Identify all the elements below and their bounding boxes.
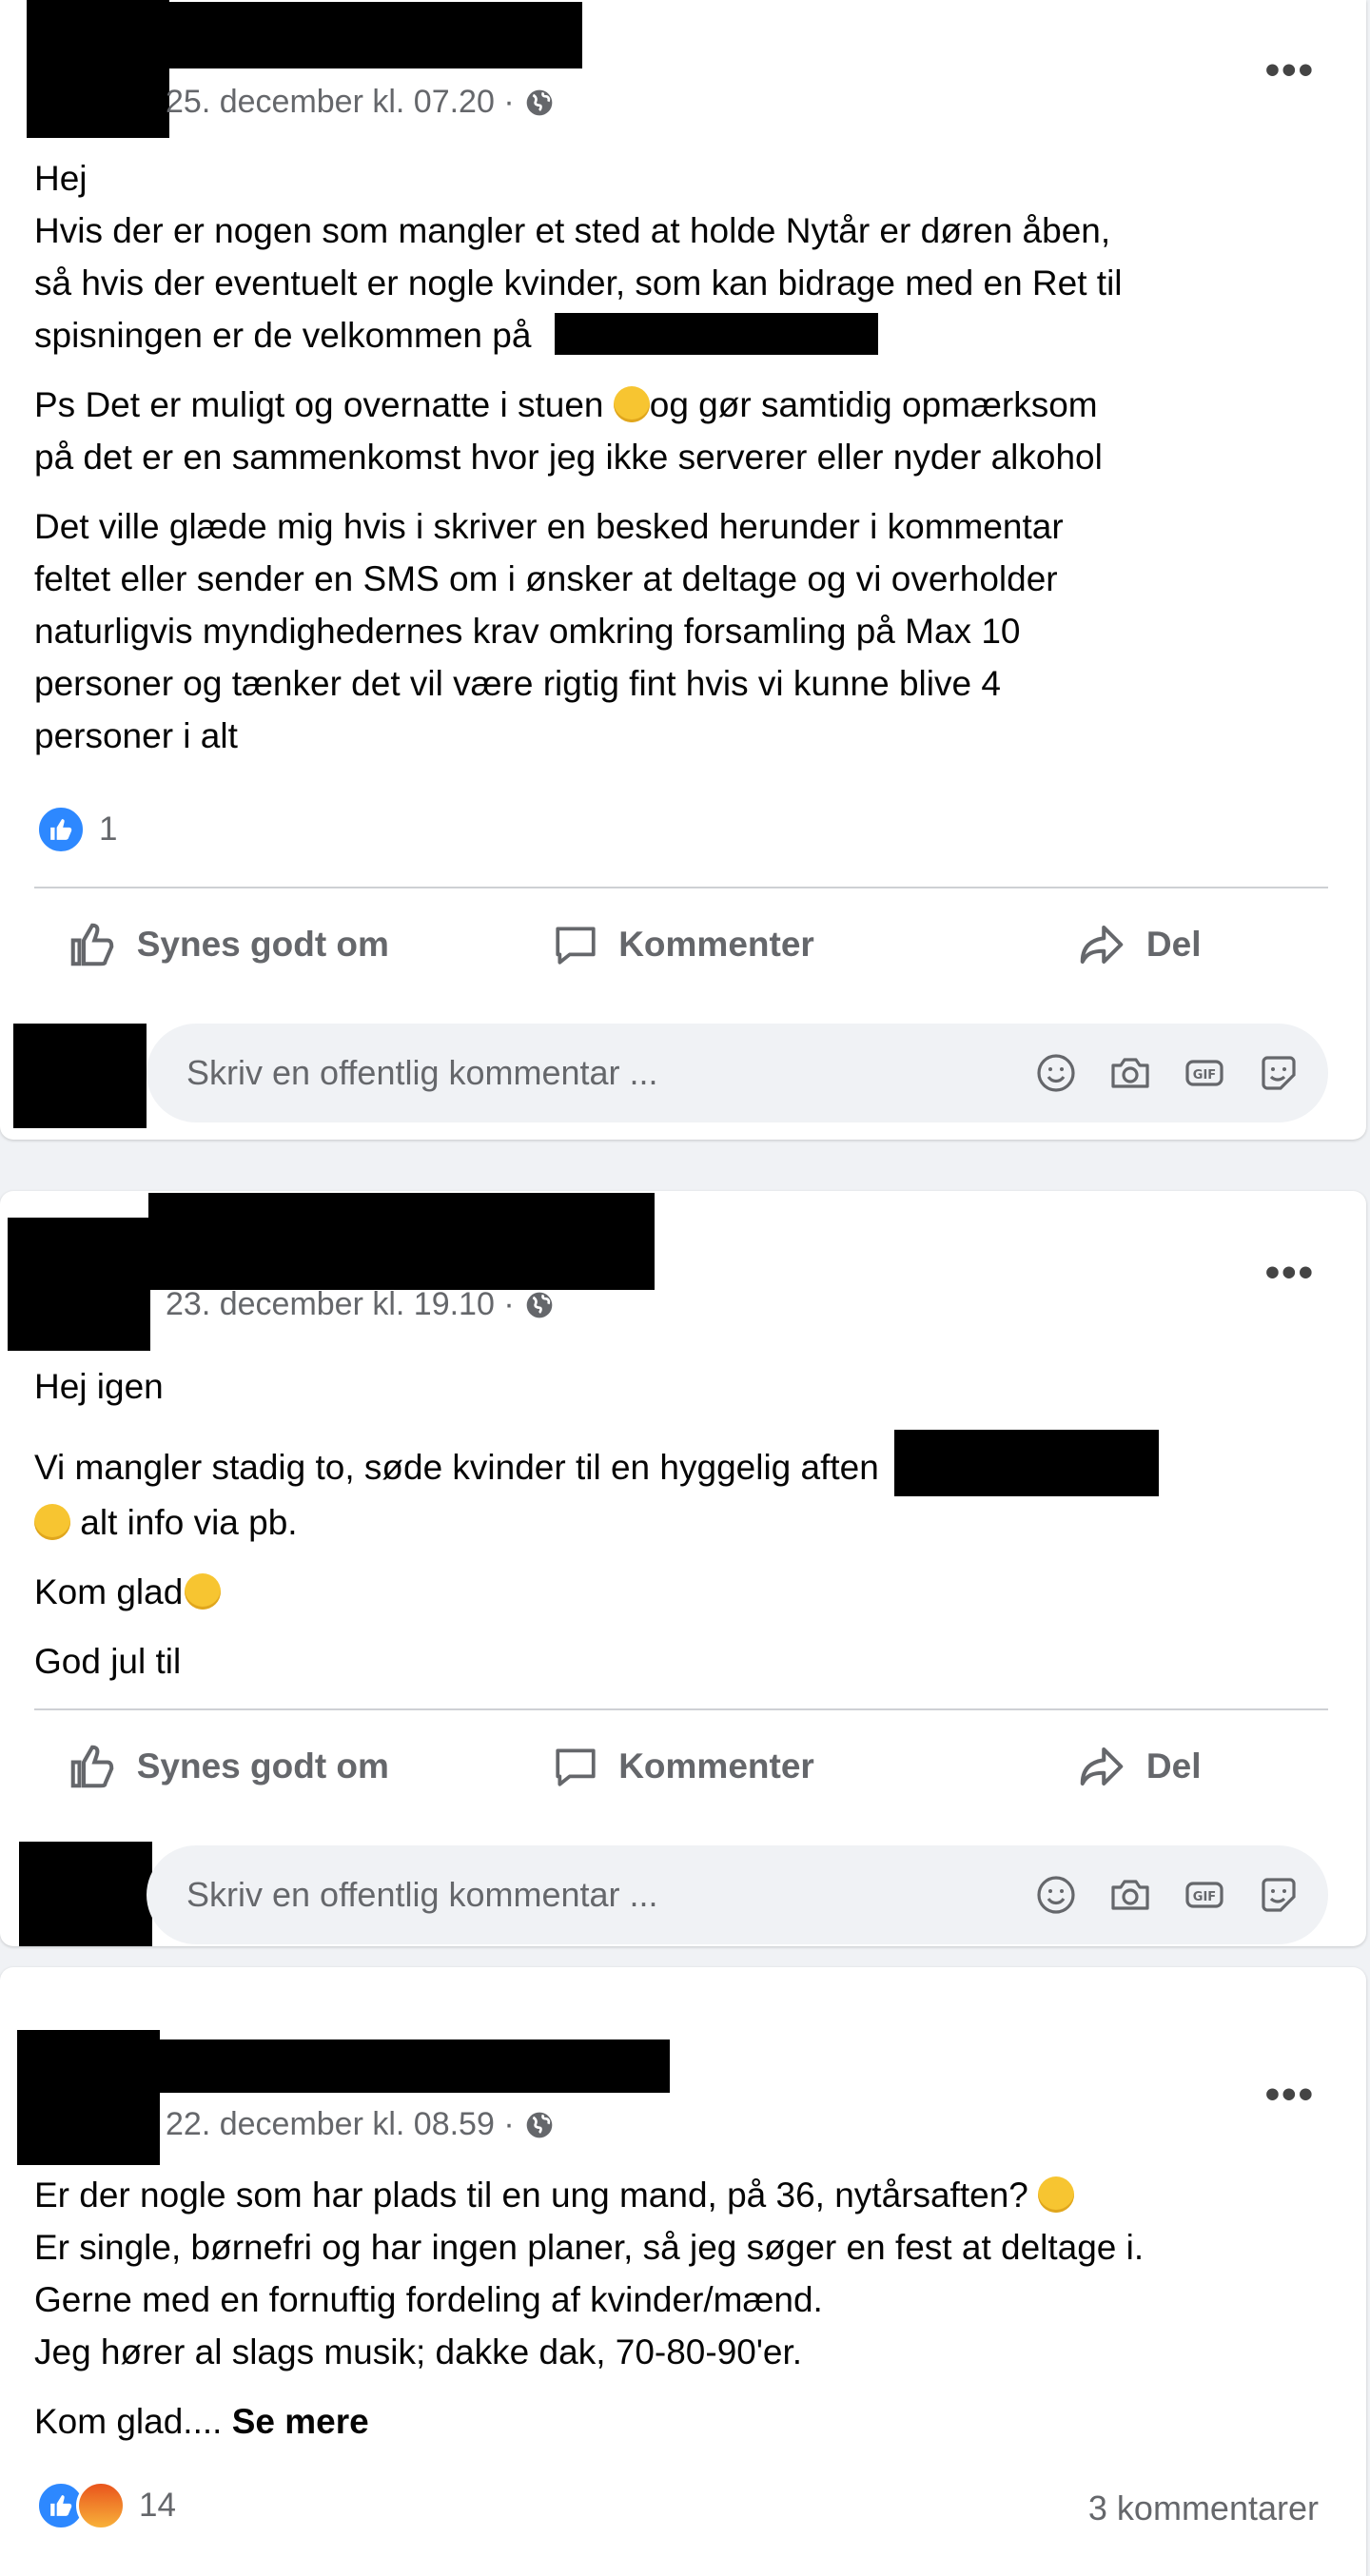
avatar-redacted: [17, 2030, 160, 2165]
post-1: 25. december kl. 07.20 · ••• Hej Hvis de…: [0, 0, 1366, 1140]
share-label: Del: [1145, 925, 1202, 964]
svg-text:GIF: GIF: [1193, 1068, 1216, 1083]
see-more-link[interactable]: Se mere: [232, 2402, 369, 2441]
emoji-icon[interactable]: [1033, 1050, 1079, 1096]
more-options-icon[interactable]: •••: [1265, 49, 1315, 91]
post-timestamp[interactable]: 22. december kl. 08.59 ·: [166, 2106, 555, 2143]
gif-icon[interactable]: GIF: [1182, 1050, 1227, 1096]
post-text-line: Vi mangler stadig to, søde kvinder til e…: [34, 1448, 879, 1487]
emoji-icon[interactable]: [1033, 1872, 1079, 1918]
camera-icon[interactable]: [1107, 1050, 1153, 1096]
globe-icon: [526, 89, 552, 115]
post-body: Hej igen Vi mangler stadig to, søde kvin…: [34, 1360, 1328, 1705]
globe-icon: [526, 1292, 552, 1317]
post-text-line: Gerne med en fornuftig fordeling af kvin…: [34, 2280, 823, 2319]
sticker-icon[interactable]: [1256, 1050, 1302, 1096]
share-arrow-icon: [1080, 925, 1124, 965]
grinning-emoji-icon: [613, 386, 650, 422]
post-text-line: Er der nogle som har plads til en ung ma…: [34, 2176, 1028, 2215]
commenter-avatar-redacted: [13, 1024, 147, 1128]
more-options-icon[interactable]: •••: [1265, 2074, 1315, 2116]
like-reaction-icon: [36, 805, 86, 854]
share-label: Del: [1145, 1747, 1202, 1786]
thumbs-up-icon: [70, 923, 114, 966]
share-arrow-icon: [1080, 1747, 1124, 1786]
sticker-icon[interactable]: [1256, 1872, 1302, 1918]
like-label: Synes godt om: [136, 1747, 389, 1786]
comment-placeholder: Skriv en offentlig kommentar ...: [186, 1875, 658, 1914]
comment-button[interactable]: Kommenter: [456, 1724, 911, 1809]
share-button[interactable]: Del: [910, 1724, 1366, 1809]
location-redacted: [554, 313, 878, 355]
author-name-redacted: [158, 2039, 670, 2093]
gif-icon[interactable]: GIF: [1182, 1872, 1227, 1918]
author-name-redacted: [162, 2, 582, 68]
reactions-summary[interactable]: 1: [36, 805, 117, 854]
comments-count-link[interactable]: 3 kommentarer: [1088, 2488, 1319, 2528]
post-text-line: spisningen er de velkommen på: [34, 316, 532, 355]
post-text-line: Er single, børnefri og har ingen planer,…: [34, 2228, 1145, 2267]
comment-placeholder: Skriv en offentlig kommentar ...: [186, 1053, 658, 1092]
post-actions: Synes godt om Kommenter Del: [0, 1724, 1366, 1809]
post-text-line: God jul til: [34, 1642, 182, 1681]
reaction-count: 1: [99, 810, 118, 848]
partying-emoji-icon: [1038, 2176, 1075, 2213]
globe-icon: [526, 2112, 552, 2137]
post-3: 22. december kl. 08.59 · ••• Er der nogl…: [0, 1967, 1366, 2576]
post-body: Hej Hvis der er nogen som mangler et ste…: [34, 152, 1328, 779]
like-label: Synes godt om: [136, 925, 389, 964]
post-timestamp[interactable]: 25. december kl. 07.20 ·: [166, 84, 555, 121]
avatar-redacted: [8, 1218, 150, 1351]
comment-input[interactable]: Skriv en offentlig kommentar ... GIF: [147, 1845, 1328, 1944]
post-text-line: og gør samtidig opmærksom: [649, 385, 1098, 424]
comment-bubble-icon: [556, 1748, 596, 1786]
post-text-line: Ps Det er muligt og overnatte i stuen: [34, 385, 604, 424]
thumbs-up-icon: [70, 1745, 114, 1788]
post-text-line: Det ville glæde mig hvis i skriver en be…: [34, 507, 1064, 546]
svg-text:GIF: GIF: [1193, 1890, 1216, 1904]
author-name-redacted: [148, 1193, 655, 1290]
post-text-line: så hvis der eventuelt er nogle kvinder, …: [34, 263, 1123, 302]
comment-composer: Skriv en offentlig kommentar ... GIF: [13, 1024, 1328, 1128]
divider: [34, 887, 1328, 888]
comment-label: Kommenter: [618, 925, 814, 964]
commenter-avatar-redacted: [19, 1842, 152, 1946]
location-redacted: [894, 1430, 1160, 1496]
comment-label: Kommenter: [618, 1747, 814, 1786]
post-2: 23. december kl. 19.10 · ••• Hej igen Vi…: [0, 1191, 1366, 1946]
comment-composer: Skriv en offentlig kommentar ... GIF: [13, 1842, 1328, 1946]
post-timestamp[interactable]: 23. december kl. 19.10 ·: [166, 1286, 555, 1323]
post-body: Er der nogle som har plads til en ung ma…: [34, 2169, 1328, 2465]
camera-icon[interactable]: [1107, 1872, 1153, 1918]
comment-input[interactable]: Skriv en offentlig kommentar ... GIF: [147, 1024, 1328, 1122]
post-text-line: personer i alt: [34, 716, 238, 755]
comment-bubble-icon: [556, 927, 596, 965]
relieved-emoji-icon: [185, 1573, 222, 1610]
more-options-icon[interactable]: •••: [1265, 1252, 1315, 1294]
share-button[interactable]: Del: [910, 902, 1366, 987]
avatar-redacted: [27, 0, 169, 138]
reaction-count: 14: [139, 2487, 176, 2524]
comment-button[interactable]: Kommenter: [456, 902, 911, 987]
post-text-line: Hej: [34, 159, 88, 198]
post-text-line: personer og tænker det vil være rigtig f…: [34, 664, 1001, 703]
reactions-summary[interactable]: 14: [36, 2481, 176, 2530]
post-text-line: feltet eller sender en SMS om i ønsker a…: [34, 559, 1058, 598]
divider: [34, 1708, 1328, 1710]
post-text-line: Hej igen: [34, 1367, 164, 1406]
angry-reaction-icon: [76, 2481, 126, 2530]
post-actions: Synes godt om Kommenter Del: [0, 902, 1366, 987]
post-text-line: Hvis der er nogen som mangler et sted at…: [34, 211, 1111, 250]
post-text-line: Kom glad: [34, 1572, 184, 1611]
post-text-line: Kom glad....: [34, 2402, 223, 2441]
like-button[interactable]: Synes godt om: [0, 902, 456, 987]
like-button[interactable]: Synes godt om: [0, 1724, 456, 1809]
post-text-line: på det er en sammenkomst hvor jeg ikke s…: [34, 438, 1103, 477]
post-text-line: naturligvis myndighedernes krav omkring …: [34, 612, 1021, 651]
smiling-emoji-icon: [34, 1504, 70, 1540]
post-text-line: alt info via pb.: [80, 1503, 298, 1542]
post-text-line: Jeg hører al slags musik; dakke dak, 70-…: [34, 2332, 803, 2371]
